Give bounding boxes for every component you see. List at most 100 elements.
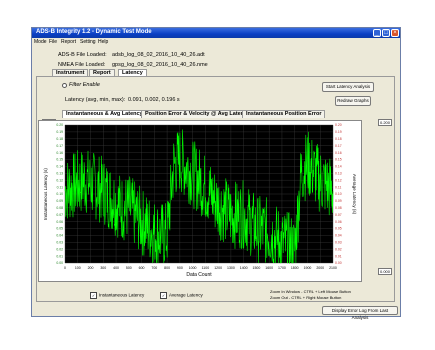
latency-chart: 0 100 200 300 400 500 600 700 800 900 1000 1100 1200… — [38, 120, 362, 282]
redraw-graphs-button[interactable]: Redraw Graphs — [335, 96, 371, 106]
y2-tick-label: 0.14 — [335, 165, 342, 169]
y-tick-label: 0.16 — [56, 151, 63, 155]
y-tick-label: 0.12 — [56, 178, 63, 182]
menu-mode[interactable]: Mode — [34, 39, 47, 45]
y2-tick-label: 0.04 — [335, 234, 342, 238]
y-tick-label: 0.14 — [56, 165, 63, 169]
y-tick-label: 0.18 — [56, 137, 63, 141]
y-axis-label: Instantaneous Latency (s) — [43, 168, 48, 220]
x-tick-label: 500 — [126, 266, 132, 270]
y-tick-label: 0.07 — [56, 213, 63, 217]
x-tick-label: 100 — [75, 266, 81, 270]
y-tick-label: 0.09 — [56, 199, 63, 203]
x-tick-label: 1300 — [227, 266, 235, 270]
y-tick-label: 0.01 — [56, 254, 63, 258]
ymax-right-box[interactable]: 0.200 — [378, 119, 392, 126]
menu-bar: Mode File Report Setting Help — [32, 38, 400, 46]
x-tick-label: 1100 — [202, 266, 210, 270]
y2-tick-label: 0.08 — [335, 206, 342, 210]
y2-tick-label: 0.13 — [335, 172, 342, 176]
x-tick-label: 1700 — [278, 266, 286, 270]
x-tick-label: 1200 — [214, 266, 222, 270]
y2-tick-label: 0.01 — [335, 254, 342, 258]
x-tick-label: 1600 — [265, 266, 273, 270]
start-latency-button[interactable]: Start Latency Analysis — [322, 82, 374, 92]
tab-pos-error-velocity[interactable]: Position Error & Velocity @ Avg Latency — [141, 110, 255, 118]
tab-inst-avg-latency[interactable]: Instantaneous & Avg Latency — [62, 110, 147, 118]
y2-axis-label: Average Latency (s) — [352, 174, 357, 215]
filter-label: Filter Enable — [69, 82, 100, 88]
y-tick-label: 0.10 — [56, 192, 63, 196]
x-tick-label: 2000 — [316, 266, 324, 270]
ymin-right-box[interactable]: 0.000 — [378, 268, 392, 275]
y-tick-label: 0.13 — [56, 172, 63, 176]
average-latency-checkbox[interactable]: ✓ Average Latency — [160, 292, 203, 299]
y2-tick-label: 0.19 — [335, 130, 342, 134]
nmea-file-value: gpsg_log_08_02_2016_10_40_26.nme — [112, 62, 208, 68]
y-tick-label: 0.06 — [56, 220, 63, 224]
x-tick-label: 1900 — [304, 266, 312, 270]
x-axis-label: Data Count — [186, 272, 212, 278]
y2-tick-label: 0.15 — [335, 158, 342, 162]
adsb-file-value: adsb_log_08_02_2016_10_40_26.adt — [112, 52, 205, 58]
menu-setting[interactable]: Setting — [80, 39, 96, 45]
y-tick-label: 0.08 — [56, 206, 63, 210]
x-tick-label: 800 — [164, 266, 170, 270]
tab-inst-pos-error[interactable]: Instantaneous Position Error — [242, 110, 326, 118]
y2-tick-label: 0.17 — [335, 144, 342, 148]
maximize-icon[interactable]: □ — [382, 29, 390, 37]
y2-tick-label: 0.06 — [335, 220, 342, 224]
menu-file[interactable]: File — [49, 39, 57, 45]
y-tick-label: 0.00 — [56, 261, 63, 265]
x-tick-label: 600 — [139, 266, 145, 270]
x-tick-label: 900 — [177, 266, 183, 270]
x-tick-label: 300 — [100, 266, 106, 270]
y2-tick-label: 0.16 — [335, 151, 342, 155]
title-bar: ADS-B Integrity 1.2 - Dynamic Test Mode … — [32, 28, 400, 38]
window-title: ADS-B Integrity 1.2 - Dynamic Test Mode — [36, 29, 152, 35]
zoom-out-help: Zoom Out - CTRL + Right Mouse Button — [270, 295, 342, 300]
latency-label: Latency (avg, min, max): — [65, 97, 126, 103]
x-tick-label: 1400 — [240, 266, 248, 270]
average-latency-label: Average Latency — [169, 292, 203, 298]
y-tick-label: 0.02 — [56, 247, 63, 251]
x-tick-label: 400 — [113, 266, 119, 270]
y-tick-label: 0.17 — [56, 144, 63, 148]
y-tick-label: 0.04 — [56, 234, 63, 238]
x-tick-label: 1800 — [291, 266, 299, 270]
x-tick-label: 700 — [151, 266, 157, 270]
y-tick-label: 0.20 — [56, 123, 63, 127]
y2-tick-label: 0.05 — [335, 227, 342, 231]
y-tick-label: 0.19 — [56, 130, 63, 134]
nmea-file-label: NMEA File Loaded: — [58, 62, 106, 68]
x-tick-label: 2100 — [329, 266, 337, 270]
x-tick-label: 0 — [64, 266, 66, 270]
x-tick-label: 1000 — [189, 266, 197, 270]
y2-tick-label: 0.12 — [335, 178, 342, 182]
y-tick-label: 0.05 — [56, 227, 63, 231]
y2-tick-label: 0.02 — [335, 247, 342, 251]
y2-tick-label: 0.18 — [335, 137, 342, 141]
adsb-file-label: ADS-B File Loaded: — [58, 52, 107, 58]
instantaneous-latency-label: Instantaneous Latency — [99, 292, 145, 298]
y2-tick-label: 0.10 — [335, 192, 342, 196]
y2-tick-label: 0.11 — [335, 185, 341, 189]
menu-help[interactable]: Help — [98, 39, 108, 45]
y-tick-label: 0.11 — [57, 185, 63, 189]
x-tick-label: 1500 — [253, 266, 261, 270]
zoom-in-help: Zoom In Window - CTRL + Left Mouse Butto… — [270, 289, 351, 294]
x-tick-label: 200 — [88, 266, 94, 270]
menu-report[interactable]: Report — [61, 39, 76, 45]
filter-radio[interactable] — [62, 83, 67, 88]
latency-chart-svg: 0 100 200 300 400 500 600 700 800 900 1000 1100 1200… — [43, 123, 357, 278]
y2-tick-label: 0.09 — [335, 199, 342, 203]
y2-tick-label: 0.00 — [335, 261, 342, 265]
instantaneous-latency-checkbox[interactable]: ✓ Instantaneous Latency — [90, 292, 144, 299]
minimize-icon[interactable]: _ — [373, 29, 381, 37]
y2-tick-label: 0.20 — [335, 123, 342, 127]
close-icon[interactable]: × — [391, 29, 399, 37]
display-error-log-button[interactable]: Display Error Log From Last Analysis — [322, 306, 398, 320]
y2-tick-label: 0.03 — [335, 241, 342, 245]
y-tick-label: 0.03 — [56, 241, 63, 245]
y-tick-label: 0.15 — [56, 158, 63, 162]
